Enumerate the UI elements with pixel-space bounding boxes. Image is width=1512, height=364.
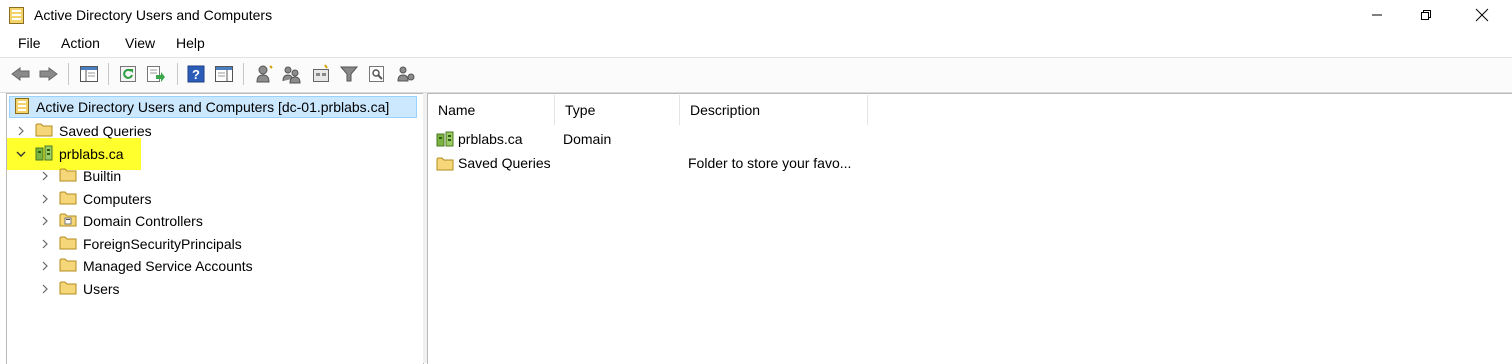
tree-root-label: Active Directory Users and Computers [dc… (36, 99, 390, 115)
console-tree: Active Directory Users and Computers [dc… (6, 93, 424, 364)
chevron-right-icon[interactable] (39, 238, 51, 250)
minimize-icon (1372, 14, 1382, 16)
restore-button[interactable] (1403, 0, 1449, 30)
tree-root[interactable]: Active Directory Users and Computers [dc… (9, 96, 417, 118)
tree-node-saved-queries[interactable]: Saved Queries (15, 120, 152, 142)
export-list-icon (147, 66, 165, 82)
tree-node-domain[interactable]: prblabs.ca (15, 143, 124, 165)
tree-node-domain-controllers[interactable]: Domain Controllers (39, 210, 203, 232)
show-hide-console-tree-icon (80, 66, 98, 82)
help-icon: ? (187, 65, 205, 83)
filter-icon (340, 66, 358, 82)
folder-icon (35, 122, 53, 140)
chevron-right-icon[interactable] (15, 125, 27, 137)
folder-icon (59, 280, 77, 298)
close-button[interactable] (1459, 0, 1505, 30)
forward-button[interactable] (38, 64, 58, 84)
close-icon (1475, 8, 1489, 22)
add-to-group-button[interactable] (396, 64, 416, 84)
folder-icon (59, 190, 77, 208)
find-button[interactable] (367, 64, 387, 84)
tree-node-foreign-security-principals[interactable]: ForeignSecurityPrincipals (39, 233, 242, 255)
details-list: Name Type Description prblabs.ca Domain … (427, 93, 1512, 364)
svg-text:?: ? (192, 67, 200, 82)
refresh-icon (120, 66, 136, 82)
restore-icon (1421, 10, 1431, 20)
snapin-root-icon (14, 97, 30, 117)
folder-icon (59, 167, 77, 185)
create-user-button[interactable] (254, 64, 274, 84)
tree-node-label: Computers (83, 191, 152, 207)
menu-view[interactable]: View (125, 35, 155, 51)
forward-icon (39, 67, 58, 81)
row-name: prblabs.ca (458, 131, 523, 147)
column-header-name[interactable]: Name (428, 95, 555, 125)
column-header-type[interactable]: Type (555, 95, 680, 125)
tree-node-label: ForeignSecurityPrincipals (83, 236, 242, 252)
window-title: Active Directory Users and Computers (34, 7, 273, 23)
list-row-domain[interactable]: prblabs.ca Domain (434, 128, 874, 150)
menu-help[interactable]: Help (176, 35, 205, 51)
column-header-description[interactable]: Description (680, 95, 868, 125)
tree-node-users[interactable]: Users (39, 278, 120, 300)
back-button[interactable] (11, 64, 31, 84)
create-group-button[interactable] (282, 64, 302, 84)
ou-folder-icon (59, 212, 77, 230)
chevron-right-icon[interactable] (39, 193, 51, 205)
create-ou-icon (313, 64, 329, 82)
tree-node-label: Saved Queries (59, 123, 152, 139)
row-type: Domain (563, 131, 612, 147)
refresh-button[interactable] (118, 64, 138, 84)
tree-node-label: Managed Service Accounts (83, 258, 253, 274)
chevron-right-icon[interactable] (39, 260, 51, 272)
tree-node-label: Builtin (83, 168, 122, 184)
tree-node-label: Users (83, 281, 120, 297)
chevron-right-icon[interactable] (39, 215, 51, 227)
find-icon (369, 66, 384, 82)
create-group-icon (282, 66, 301, 84)
title-bar: Active Directory Users and Computers (0, 0, 1512, 32)
tree-node-managed-service-accounts[interactable]: Managed Service Accounts (39, 255, 253, 277)
create-user-icon (256, 65, 273, 83)
help-button[interactable]: ? (186, 64, 206, 84)
domain-icon (35, 145, 53, 164)
create-ou-button[interactable] (311, 64, 331, 84)
tree-node-builtin[interactable]: Builtin (39, 165, 121, 187)
domain-icon (436, 128, 454, 150)
folder-icon (59, 257, 77, 275)
show-hide-action-pane-button[interactable] (214, 64, 234, 84)
menu-file[interactable]: File (18, 35, 41, 51)
show-hide-action-pane-icon (215, 66, 233, 82)
back-icon (11, 67, 30, 81)
chevron-down-icon[interactable] (15, 148, 27, 160)
tree-node-label: Domain Controllers (83, 213, 203, 229)
folder-icon (436, 152, 454, 174)
app-icon (9, 7, 24, 24)
filter-button[interactable] (339, 64, 359, 84)
show-hide-console-tree-button[interactable] (79, 64, 99, 84)
row-name: Saved Queries (458, 155, 551, 171)
menu-bar: File Action View Help (0, 32, 1512, 56)
chevron-right-icon[interactable] (39, 170, 51, 182)
folder-icon (59, 235, 77, 253)
toolbar: ? (0, 57, 1512, 93)
list-row-saved-queries[interactable]: Saved Queries Folder to store your favo.… (434, 152, 874, 174)
chevron-right-icon[interactable] (39, 283, 51, 295)
export-list-button[interactable] (146, 64, 166, 84)
row-description: Folder to store your favo... (688, 155, 852, 171)
add-to-group-icon (397, 66, 415, 82)
menu-action[interactable]: Action (61, 35, 100, 51)
tree-node-label: prblabs.ca (59, 146, 124, 162)
tree-node-computers[interactable]: Computers (39, 188, 151, 210)
minimize-button[interactable] (1354, 0, 1400, 30)
